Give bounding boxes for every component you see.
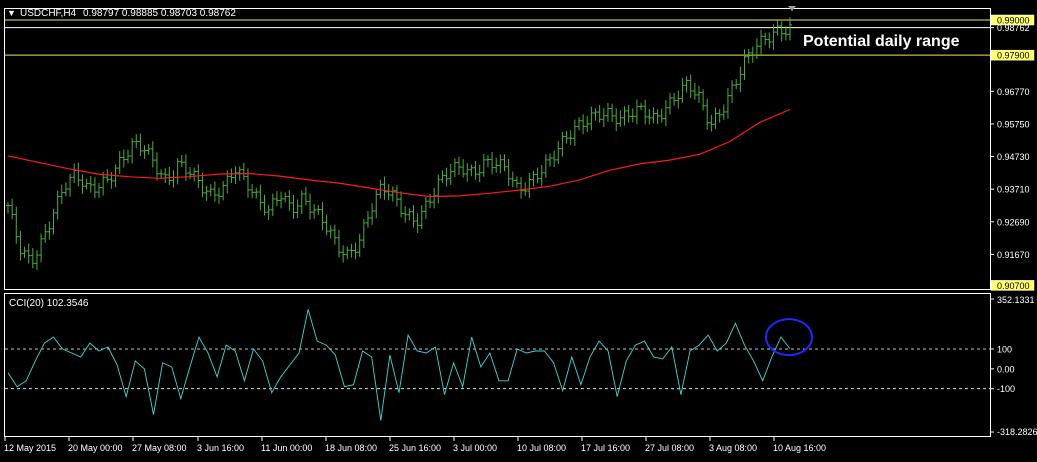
date-tick-label: 11 Jun 00:00 (261, 443, 312, 453)
date-tick-label: 3 Jul 00:00 (453, 443, 497, 453)
axis-layer: 0.990000.987620.979000.967700.957500.947… (4, 14, 1037, 453)
cci-line (7, 309, 791, 421)
date-tick-label: 10 Aug 16:00 (773, 443, 826, 453)
trading-chart[interactable]: ▼ USDCHF,H4 0.98797 0.98885 0.98703 0.98… (0, 0, 1037, 457)
date-tick-label: 18 Jun 08:00 (325, 443, 377, 453)
price-tick-label: 0.93710 (997, 185, 1030, 195)
cci-tick-label: -318.2826 (997, 427, 1037, 437)
window-menu-icon[interactable]: ▼ (7, 8, 16, 18)
price-tick-label: 0.95750 (997, 119, 1030, 129)
date-tick-label: 20 May 00:00 (68, 443, 123, 453)
date-tick-label: 25 Jun 16:00 (389, 443, 441, 453)
price-tick-label: 0.97900 (997, 51, 1030, 61)
date-tick-label: 27 May 08:00 (132, 443, 187, 453)
date-tick-label: 3 Jun 16:00 (197, 443, 244, 453)
cci-highlight-circle (765, 318, 813, 357)
price-tick-label: 0.94730 (997, 152, 1030, 162)
cci-layer (5, 309, 990, 421)
price-tick-label: 0.90700 (997, 281, 1030, 291)
range-annotation: Potential daily range (803, 33, 960, 50)
date-tick-label: 10 Jul 08:00 (517, 443, 566, 453)
cci-tick-label: 352.1331 (997, 295, 1035, 305)
cci-tick-label: -100 (997, 384, 1015, 394)
price-tick-label: 0.98762 (997, 23, 1030, 33)
date-tick-label: 17 Jul 16:00 (581, 443, 630, 453)
ohlc-label: 0.98797 0.98885 0.98703 0.98762 (83, 8, 236, 19)
cci-tick-label: 0.00 (997, 364, 1015, 374)
price-tick-label: 0.91670 (997, 250, 1030, 260)
price-tick-label: 0.96770 (997, 87, 1030, 97)
moving-average-line (7, 108, 791, 198)
cci-title: CCI(20) 102.3546 (9, 298, 89, 309)
date-tick-label: 3 Aug 08:00 (709, 443, 757, 453)
chart-svg[interactable]: ▼ USDCHF,H4 0.98797 0.98885 0.98703 0.98… (0, 0, 1037, 457)
cci-panel-border (4, 293, 991, 437)
date-tick-label: 27 Jul 08:00 (645, 443, 694, 453)
cci-tick-label: 100 (997, 345, 1012, 355)
date-tick-label: 12 May 2015 (4, 443, 56, 453)
price-tick-label: 0.92690 (997, 217, 1030, 227)
symbol-label: USDCHF,H4 (20, 8, 77, 19)
